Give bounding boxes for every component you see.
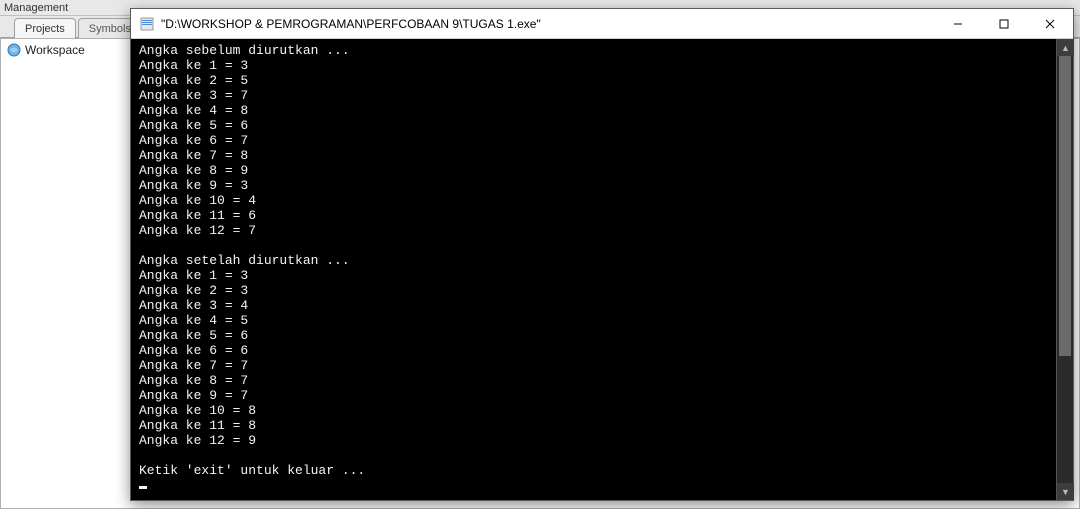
minimize-button[interactable] [935,9,981,39]
tab-projects[interactable]: Projects [14,18,76,40]
tab-label: Projects [25,23,65,35]
console-window: "D:\WORKSHOP & PEMROGRAMAN\PERFCOBAAN 9\… [130,8,1074,501]
tab-spacer [0,16,14,38]
cursor [139,486,147,489]
tab-label: Symbols [89,23,131,35]
scroll-thumb[interactable] [1059,56,1071,356]
vertical-scrollbar[interactable]: ▲ ▼ [1056,39,1073,500]
app-icon [139,16,155,32]
titlebar[interactable]: "D:\WORKSHOP & PEMROGRAMAN\PERFCOBAAN 9\… [131,9,1073,39]
console-body: Angka sebelum diurutkan ... Angka ke 1 =… [131,39,1073,500]
workspace-icon [7,43,21,57]
maximize-button[interactable] [981,9,1027,39]
scroll-up-icon[interactable]: ▲ [1057,39,1074,56]
close-button[interactable] [1027,9,1073,39]
scroll-down-icon[interactable]: ▼ [1057,483,1074,500]
window-title: "D:\WORKSHOP & PEMROGRAMAN\PERFCOBAAN 9\… [161,17,935,31]
console-output[interactable]: Angka sebelum diurutkan ... Angka ke 1 =… [131,39,1056,500]
tree-item-label: Workspace [25,43,85,57]
